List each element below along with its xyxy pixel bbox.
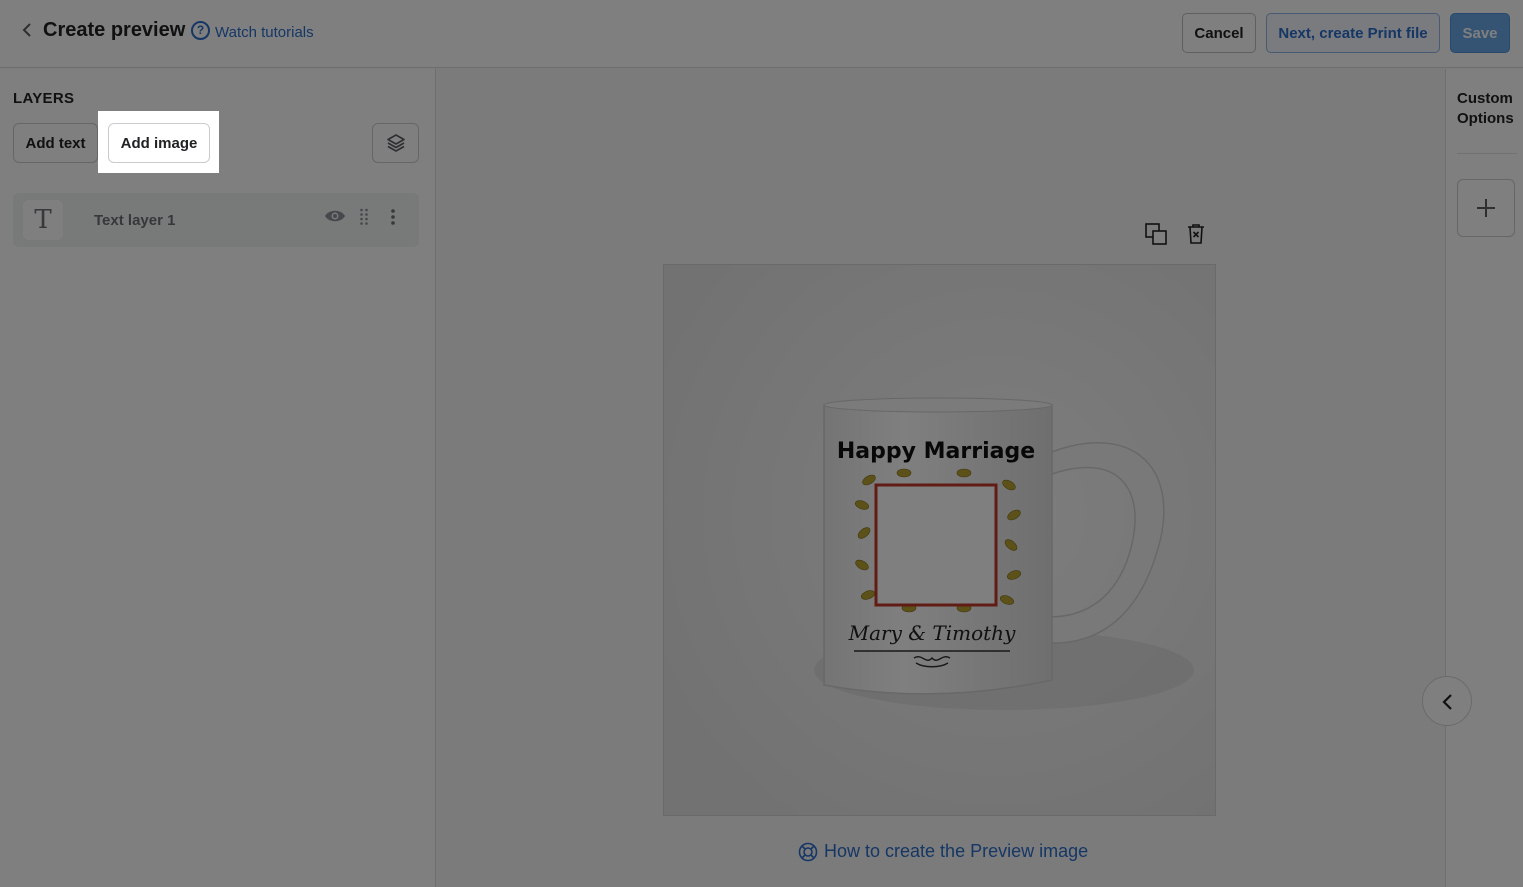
next-create-print-file-button[interactable]: Next, create Print file	[1266, 13, 1440, 53]
howto-preview-link[interactable]: How to create the Preview image	[798, 841, 1088, 862]
layers-panel: LAYERS Add text Add image T Text layer 1	[0, 69, 436, 887]
top-bar: Create preview ? Watch tutorials Cancel …	[0, 0, 1523, 68]
help-circle-icon[interactable]: ?	[191, 21, 210, 40]
layer-item[interactable]: T Text layer 1	[13, 193, 419, 247]
drag-handle-icon[interactable]	[359, 208, 369, 231]
back-chevron-icon[interactable]	[20, 20, 38, 40]
layers-heading: LAYERS	[13, 90, 75, 107]
preview-canvas: Happy Marriage Mary & Timothy How to cre…	[437, 69, 1472, 887]
delete-icon[interactable]	[1184, 222, 1208, 246]
mug-preview-image: Happy Marriage Mary & Timothy	[663, 264, 1216, 816]
text-type-icon: T	[23, 200, 63, 240]
howto-label: How to create the Preview image	[824, 841, 1089, 861]
custom-options-panel: Custom Options	[1445, 69, 1523, 887]
layers-stack-icon	[386, 134, 405, 152]
watch-tutorials-link[interactable]: Watch tutorials	[215, 24, 314, 41]
more-options-icon[interactable]	[390, 208, 396, 231]
eye-visibility-icon[interactable]	[324, 208, 346, 229]
collapse-panel-button[interactable]	[1422, 676, 1472, 726]
add-image-button[interactable]: Add image	[108, 123, 210, 163]
chevron-left-icon	[1442, 694, 1452, 710]
cancel-button[interactable]: Cancel	[1182, 13, 1256, 53]
layers-stack-button[interactable]	[372, 123, 419, 163]
duplicate-icon[interactable]	[1144, 222, 1168, 246]
add-text-button[interactable]: Add text	[13, 123, 98, 163]
add-custom-option-button[interactable]	[1457, 179, 1515, 237]
divider	[1457, 153, 1517, 154]
page-title: Create preview	[43, 19, 186, 41]
mug-title-text: Happy Marriage	[837, 439, 1035, 464]
mug-names-text: Mary & Timothy	[848, 621, 1016, 645]
save-button[interactable]: Save	[1450, 13, 1510, 53]
layer-label: Text layer 1	[94, 212, 176, 229]
lifebuoy-icon	[798, 842, 818, 861]
plus-icon	[1477, 199, 1495, 217]
custom-options-heading: Custom Options	[1457, 90, 1514, 127]
